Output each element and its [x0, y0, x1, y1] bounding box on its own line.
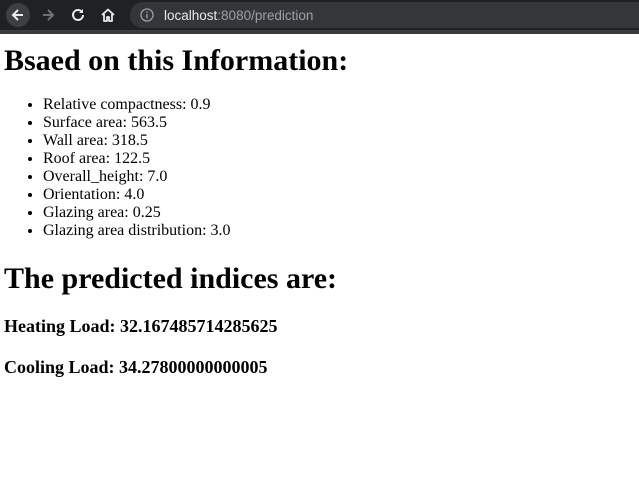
- list-item: Relative compactness: 0.9: [43, 96, 635, 114]
- info-icon[interactable]: [140, 8, 154, 22]
- forward-button[interactable]: [36, 3, 60, 27]
- back-arrow-icon: [11, 9, 23, 21]
- list-item: Overall_height: 7.0: [43, 168, 635, 186]
- list-item: Glazing area: 0.25: [43, 204, 635, 222]
- forward-arrow-icon: [43, 9, 55, 21]
- results-heading: The predicted indices are:: [4, 262, 338, 295]
- info-list: Relative compactness: 0.9 Surface area: …: [4, 96, 635, 240]
- list-item: Surface area: 563.5: [43, 114, 635, 132]
- browser-toolbar: localhost:8080/prediction: [0, 0, 639, 34]
- url-path[interactable]: :8080/prediction: [217, 8, 313, 23]
- back-button[interactable]: [6, 3, 30, 27]
- heating-load-result: Heating Load: 32.167485714285625: [4, 316, 278, 336]
- reload-button[interactable]: [66, 3, 90, 27]
- reload-icon: [72, 8, 84, 21]
- home-button[interactable]: [96, 3, 120, 27]
- address-bar[interactable]: localhost:8080/prediction: [130, 2, 639, 28]
- url-host[interactable]: localhost: [164, 8, 217, 23]
- list-item: Orientation: 4.0: [43, 186, 635, 204]
- list-item: Roof area: 122.5: [43, 150, 635, 168]
- list-item: Glazing area distribution: 3.0: [43, 222, 635, 240]
- cooling-load-result: Cooling Load: 34.27800000000005: [4, 357, 268, 377]
- page-content: Bsaed on this Information: Relative comp…: [0, 44, 639, 378]
- page-title: Bsaed on this Information:: [4, 44, 349, 77]
- home-icon: [101, 8, 115, 22]
- list-item: Wall area: 318.5: [43, 132, 635, 150]
